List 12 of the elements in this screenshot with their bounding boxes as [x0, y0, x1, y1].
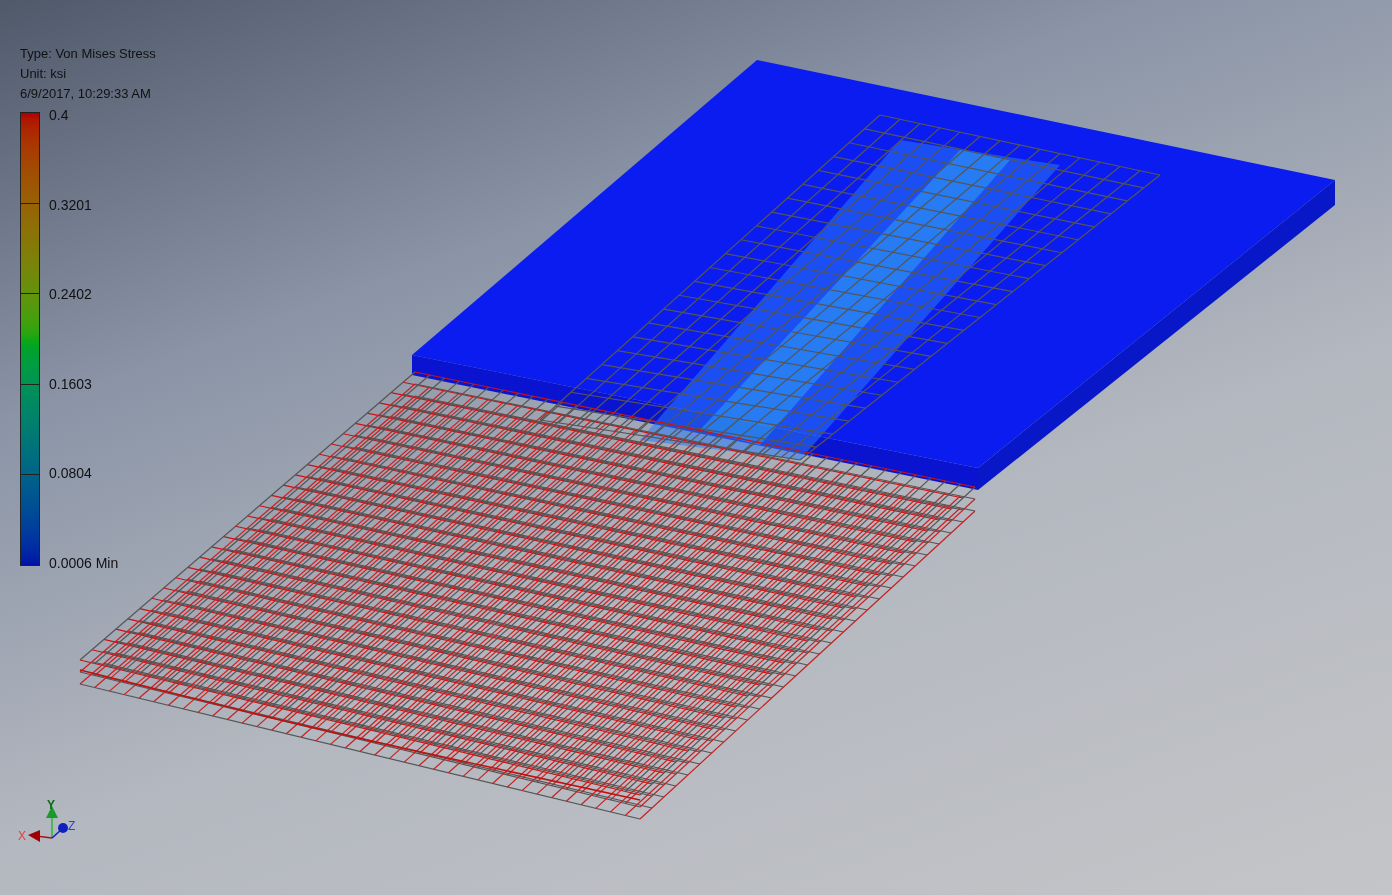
scale-tick-label: 0.0006 Min: [49, 553, 119, 572]
scale-tick-label: 0.2402: [49, 285, 93, 304]
x-axis-label: X: [18, 829, 26, 843]
y-axis-label: Y: [47, 800, 55, 812]
scale-tick-label: 0.3201: [49, 195, 93, 214]
result-type-label: Type: Von Mises Stress: [20, 45, 156, 63]
z-axis-label: Z: [68, 819, 76, 833]
timestamp-label: 6/9/2017, 10:29:33 AM: [20, 85, 152, 103]
unit-label: Unit: ksi: [20, 65, 68, 83]
scale-tick-label: 0.1603: [49, 374, 93, 393]
scale-tick-label: 0.0804: [49, 464, 93, 483]
scale-tick-label: 0.4: [49, 106, 70, 124]
